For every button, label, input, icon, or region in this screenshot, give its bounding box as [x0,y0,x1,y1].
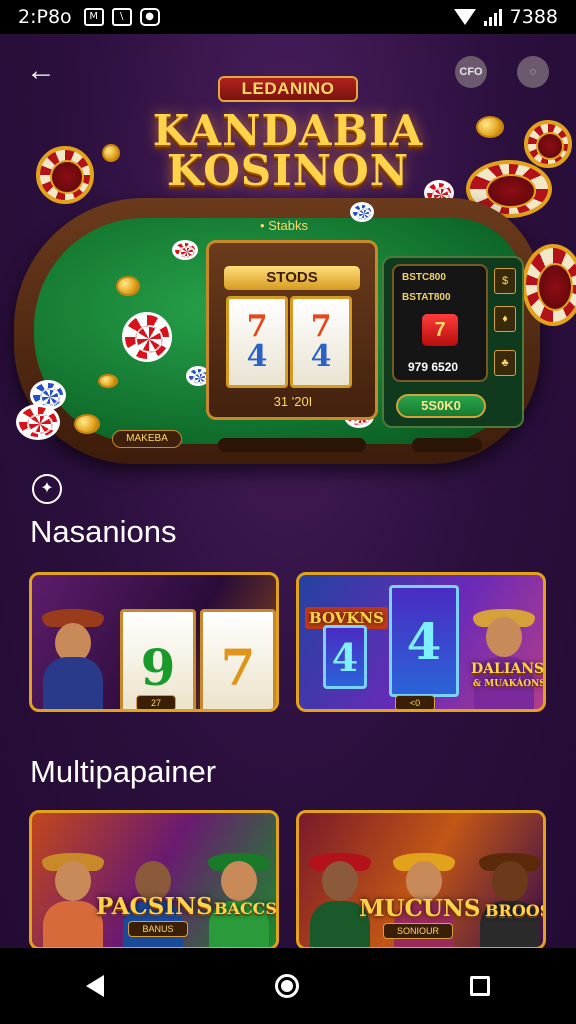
system-nav-bar [0,948,576,1024]
reel-symbol: 4 [246,339,268,374]
panel-value: 979 6520 [408,360,459,374]
gold-coin-icon [98,374,118,388]
battery-text: 7388 [509,6,558,28]
poker-chip-icon [16,404,60,440]
slot-footer-value: 31 '20I [273,394,313,409]
wifi-icon [453,9,476,25]
camera-icon: ● [139,8,160,26]
slot-machine-header: STODS [224,266,360,290]
brand-subtitle: LEDANINO [218,76,358,102]
panel-symbol-coin[interactable]: $ [494,268,516,294]
status-right: 7388 [453,6,558,28]
reel-symbol: 4 [310,339,332,374]
card-label: MUCUNS [359,895,481,922]
gold-coin-icon [74,414,100,434]
poker-chip-icon [350,202,374,222]
card-label-extra: BROOS [485,901,546,920]
gold-coin-icon [476,116,504,138]
panel-symbol-diamond[interactable]: ♦ [494,306,516,332]
gold-coin-icon [116,276,140,296]
gold-coin-icon [102,144,120,162]
brand-title-line2: KOSINON [166,146,410,195]
settings-icon[interactable]: ◌ [517,56,549,88]
game-card-4[interactable]: MUCUNS BROOS SONIOUR [296,810,546,948]
game-card-2[interactable]: BOVKNS 4 4 DALIANS & MUAKÁONS <0 [296,572,546,712]
nav-recents-icon[interactable] [470,976,491,996]
card-reel-2: 4 [389,585,459,697]
poker-chip-icon [522,244,576,326]
sim-icon: \ [111,8,132,26]
poker-chip-icon [122,312,172,362]
table-rail-slot [412,438,482,452]
poker-chip-icon [524,120,572,168]
app-screen: ← CFO ◌ LEDANINO KANDABIA KOSINON • Stab… [0,34,576,948]
card-badge: 27 [136,695,176,709]
player-avatar [38,609,108,709]
card-label-right-sub: & MUAKÁONS [473,679,546,689]
slot-reel-1[interactable]: 7 4 [226,296,288,388]
signal-icon [483,8,502,26]
section-title-nasanions: Nasanions [30,514,177,549]
table-felt-label: • Stabks [260,218,308,233]
nav-home-icon[interactable] [274,974,299,998]
msg-icon: M [83,8,104,26]
table-rail-slot [218,438,366,452]
balance-badge: 5S0K0 [396,394,486,418]
status-bar: 2:P8o M \ ● 7388 [0,0,576,34]
card-badge: <0 [395,695,435,709]
nav-back-icon[interactable] [85,975,104,997]
status-time: 2:P8o [18,6,72,28]
poker-chip-icon [36,146,94,204]
panel-symbol-club[interactable]: ♣ [494,350,516,376]
panel-line-2: BSTAT800 [402,292,451,303]
card-label: PACSINS [96,893,213,920]
reel-symbol: 7 [246,309,268,344]
card-label-extra: BACCS [214,899,277,918]
card-sub-label: BANUS [128,921,188,937]
game-card-1[interactable]: 9 7 27 [29,572,279,712]
bet-button[interactable]: 7 [422,314,458,346]
slot-reel-2[interactable]: 7 4 [290,296,352,388]
reel-symbol: 7 [310,309,332,344]
sparkle-icon[interactable]: ✦ [32,474,62,504]
card-sub-label: SONIOUR [383,923,453,939]
poker-chip-icon [172,240,198,260]
panel-line-1: BSTC800 [402,272,446,283]
back-arrow-icon[interactable]: ← [26,56,66,86]
player-avatar [469,609,539,709]
top-action-button-1[interactable]: CFO [455,56,487,88]
card-reel-1: 4 [323,625,367,689]
section-title-multipapainer: Multipapainer [30,754,217,789]
rail-badge: MAKEBA [112,430,182,448]
card-reel-2: 7 [200,609,276,709]
game-card-3[interactable]: PACSINS BACCS BANUS [29,810,279,948]
card-label-right: DALIANS [471,661,545,677]
